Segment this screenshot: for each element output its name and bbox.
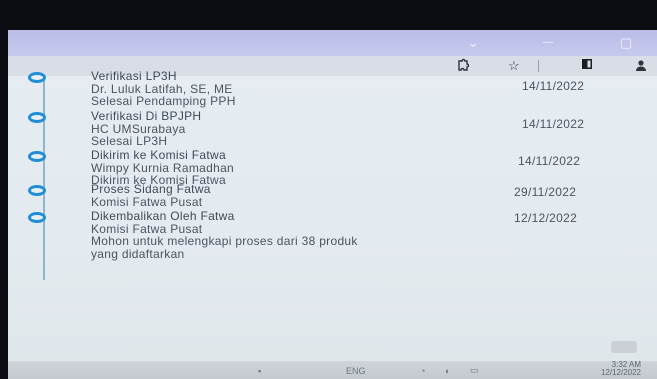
timeline-entry: Verifikasi LP3H Dr. Luluk Latifah, SE, M… [91, 70, 236, 108]
entry-actor: Komisi Fatwa Pusat [91, 194, 203, 209]
entry-date: 29/11/2022 [514, 185, 577, 199]
volume-icon[interactable]: ◖ [444, 366, 449, 376]
chevron-down-icon[interactable]: ⌄ [468, 35, 479, 51]
entry-status: Verifikasi Di BPJPH [91, 109, 202, 123]
entry-status: Proses Sidang Fatwa [91, 182, 211, 196]
taskbar-icon[interactable]: ▪ [258, 366, 261, 376]
network-icon[interactable]: ◔ [420, 366, 425, 376]
split-view-icon[interactable] [581, 58, 593, 73]
timeline-dot [28, 151, 46, 162]
entry-note: Mohon untuk melengkapi proses dari 38 pr… [91, 234, 358, 248]
puzzle-icon[interactable] [456, 58, 470, 75]
entry-status: Verifikasi LP3H [91, 69, 177, 83]
taskbar: ▪ ENG ◔ ◖ ▭ 3:32 AM 12/12/2022 [8, 361, 657, 379]
timeline-dot [28, 212, 46, 223]
entry-note: Selesai LP3H [91, 134, 168, 148]
entry-note: Selesai Pendamping PPH [91, 94, 236, 108]
entry-date: 12/12/2022 [514, 211, 578, 225]
entry-status: Dikembalikan Oleh Fatwa [91, 209, 235, 223]
restore-icon[interactable]: ▢ [620, 35, 632, 51]
entry-date: 14/11/2022 [522, 117, 585, 131]
battery-icon[interactable]: ▭ [470, 365, 479, 376]
entry-status: Dikirim ke Komisi Fatwa [91, 148, 226, 162]
timeline-entry: Dikembalikan Oleh Fatwa Komisi Fatwa Pus… [91, 210, 358, 260]
timeline-entry: Dikirim ke Komisi Fatwa Wimpy Kurnia Ram… [91, 149, 234, 187]
timeline-entry: Proses Sidang Fatwa Komisi Fatwa Pusat [91, 183, 211, 208]
language-indicator[interactable]: ENG [346, 366, 366, 376]
entry-note: yang didaftarkan [91, 246, 185, 261]
profile-icon[interactable] [634, 58, 648, 75]
clock-date: 12/12/2022 [600, 368, 641, 377]
notification-badge [611, 341, 637, 353]
toolbar-divider [538, 60, 539, 72]
entry-date: 14/11/2022 [518, 154, 581, 168]
minimize-icon[interactable]: — [543, 37, 553, 48]
timeline-dot [28, 185, 46, 196]
timeline-dot [28, 112, 46, 123]
timeline-line [43, 80, 45, 280]
entry-date: 14/11/2022 [522, 79, 585, 93]
star-icon[interactable]: ☆ [508, 58, 520, 74]
timeline-entry: Verifikasi Di BPJPH HC UMSurabaya Selesa… [91, 110, 201, 148]
window-titlebar: ⌄ — ▢ [8, 30, 657, 56]
app-screen: ⌄ — ▢ ☆ Verifikasi LP3H Dr. Luluk Latifa… [8, 30, 657, 379]
system-clock[interactable]: 3:32 AM 12/12/2022 [601, 361, 641, 377]
timeline-dot [28, 72, 46, 83]
